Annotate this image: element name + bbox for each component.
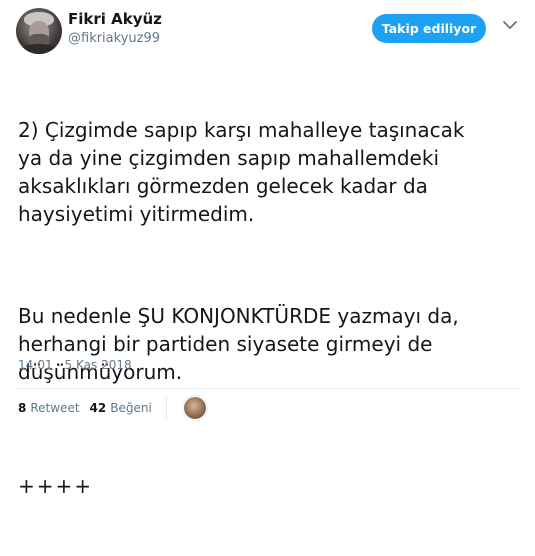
tweet-text: 2) Çizgimde sapıp karşı mahalleye taşına…: [18, 60, 523, 556]
chevron-down-icon[interactable]: [502, 19, 518, 31]
tweet-timestamp[interactable]: 14:01 - 5 Kas 2018: [18, 358, 132, 372]
like-label[interactable]: Beğeni: [110, 401, 152, 415]
liker-avatar[interactable]: [182, 396, 207, 420]
retweet-count[interactable]: 8: [18, 401, 26, 415]
like-count[interactable]: 42: [90, 401, 107, 415]
stats-separator: [165, 396, 167, 420]
following-button[interactable]: Takip ediliyor: [372, 14, 486, 43]
avatar-shoulders: [18, 44, 60, 54]
author-handle[interactable]: @fikriakyuz99: [68, 31, 160, 46]
tweet-stats: 8 Retweet 42 Beğeni: [18, 396, 207, 420]
divider: [16, 388, 519, 389]
tweet-paragraph: Bu nedenle ŞU KONJONKTÜRDE yazmayı da, h…: [18, 304, 459, 384]
tweet-card: Fikri Akyüz @fikriakyuz99 Takip ediliyor…: [0, 0, 535, 498]
tweet-paragraph: 2) Çizgimde sapıp karşı mahalleye taşına…: [18, 118, 465, 226]
retweet-label[interactable]: Retweet: [30, 401, 79, 415]
tweet-paragraph: ++++: [18, 474, 94, 498]
author-avatar[interactable]: [16, 8, 62, 54]
author-name[interactable]: Fikri Akyüz: [68, 10, 162, 28]
